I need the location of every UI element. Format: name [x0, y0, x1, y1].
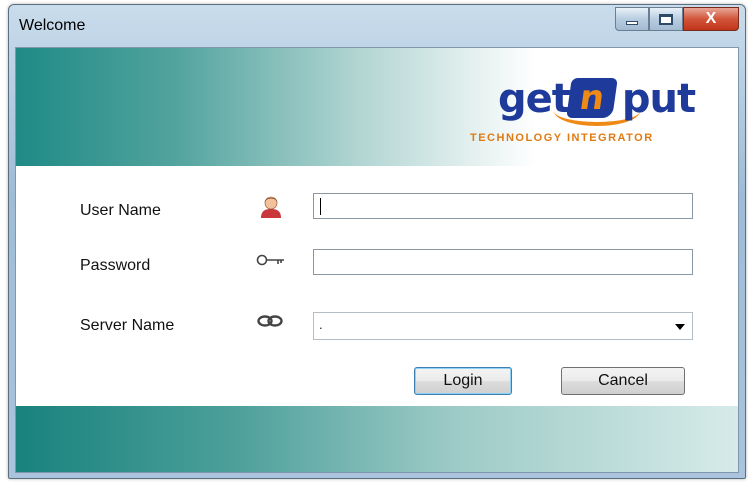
- window-title: Welcome: [19, 17, 86, 34]
- logo-word-left: get: [498, 76, 571, 122]
- close-button[interactable]: X: [683, 7, 739, 31]
- footer-band: [16, 406, 738, 472]
- login-window: Welcome X get put n Technology Integrator: [8, 4, 746, 479]
- password-input[interactable]: [313, 249, 693, 275]
- logo-badge: n: [566, 78, 618, 118]
- maximize-button[interactable]: [649, 7, 683, 31]
- close-icon: X: [705, 10, 717, 27]
- text-caret: [320, 198, 321, 215]
- username-label: User Name: [80, 202, 161, 219]
- company-logo: get put n Technology Integrator: [470, 76, 732, 158]
- link-icon: [256, 314, 283, 336]
- minimize-button[interactable]: [615, 7, 649, 31]
- server-name-value: .: [319, 317, 323, 332]
- header-banner: get put n Technology Integrator: [16, 48, 738, 166]
- password-label: Password: [80, 257, 151, 274]
- logo-tagline: Technology Integrator: [470, 132, 654, 144]
- title-bar[interactable]: Welcome X: [9, 5, 745, 47]
- key-icon: [256, 252, 284, 274]
- cancel-button[interactable]: Cancel: [561, 367, 685, 395]
- login-button[interactable]: Login: [414, 367, 512, 395]
- username-input[interactable]: [313, 193, 693, 219]
- maximize-icon: [659, 13, 673, 25]
- dialog-body: get put n Technology Integrator User Name…: [15, 47, 739, 473]
- minimize-icon: [626, 21, 638, 25]
- user-icon: [258, 194, 284, 218]
- chevron-down-icon[interactable]: [675, 324, 685, 330]
- logo-word-right: put: [621, 76, 696, 122]
- window-controls: X: [615, 7, 739, 33]
- server-name-select[interactable]: .: [313, 312, 693, 340]
- server-name-label: Server Name: [80, 317, 175, 334]
